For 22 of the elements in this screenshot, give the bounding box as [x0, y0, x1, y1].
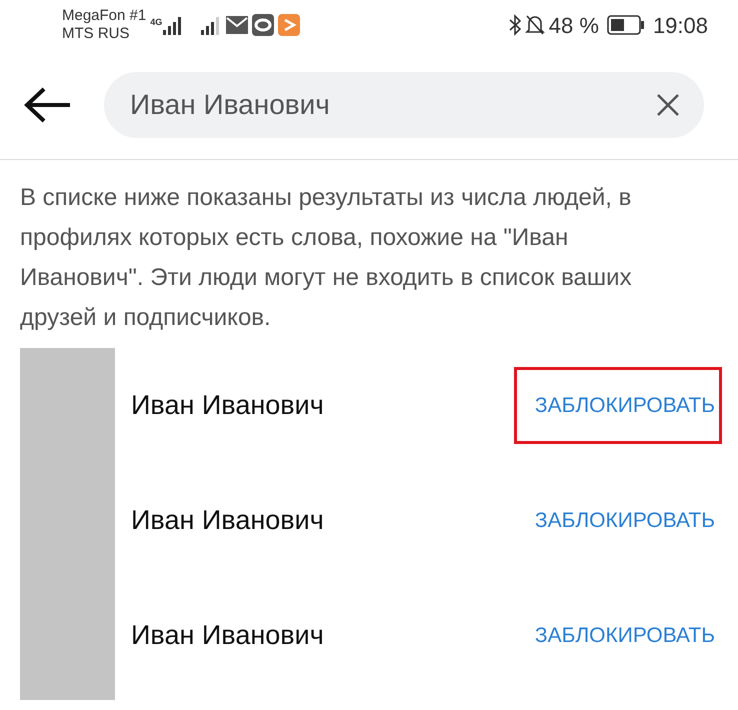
battery-percent: 48 %: [548, 12, 599, 40]
block-button[interactable]: ЗАБЛОКИРОВАТЬ: [514, 596, 722, 674]
mail-icon: [226, 16, 248, 34]
clock: 19:08: [652, 12, 708, 40]
network-type: 4G: [150, 16, 162, 29]
bluetooth-icon: [508, 14, 521, 36]
carrier-name: MTS RUS: [62, 25, 130, 43]
app-icon: [252, 14, 274, 36]
person-name[interactable]: Иван Иванович: [131, 500, 324, 541]
back-icon[interactable]: [24, 86, 72, 122]
battery-icon: [606, 15, 645, 35]
block-button[interactable]: ЗАБЛОКИРОВАТЬ: [514, 366, 722, 444]
block-button[interactable]: ЗАБЛОКИРОВАТЬ: [514, 482, 722, 560]
search-field[interactable]: Иван Иванович: [128, 82, 656, 126]
carrier-name: MegaFon #1: [62, 7, 146, 25]
notice-text: В списке ниже показаны результаты из числа людей, в профилях которых есть слова, похожие на "Иван Иванович". Эти люди могут не входить в список ваших друзей и подписчиков.: [19, 183, 633, 333]
play-app-icon: [278, 14, 300, 36]
search-bar[interactable]: Иван Иванович: [104, 72, 704, 138]
person-name[interactable]: Иван Иванович: [131, 385, 324, 426]
clear-icon[interactable]: [656, 92, 680, 116]
person-name[interactable]: Иван Иванович: [131, 615, 324, 656]
muted-bell-icon: [524, 14, 545, 36]
